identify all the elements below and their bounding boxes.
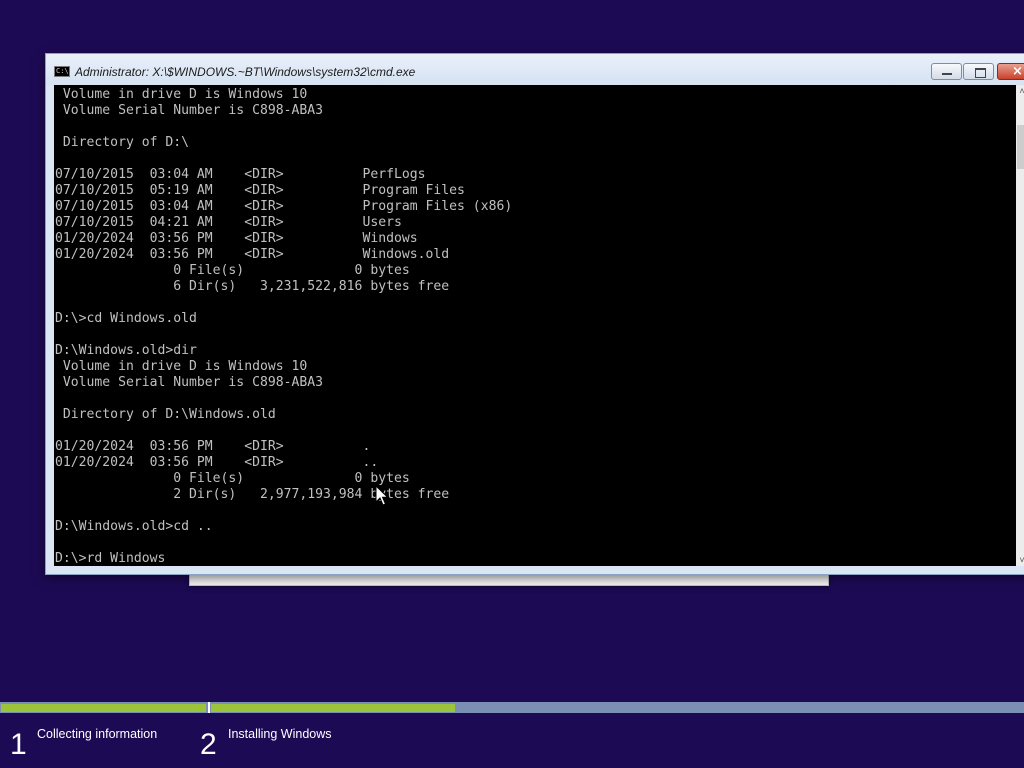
mouse-pointer-icon <box>375 485 389 506</box>
scroll-down-arrow-icon[interactable]: ˅ <box>1016 554 1024 566</box>
close-button[interactable]: × <box>997 63 1024 80</box>
title-bar[interactable]: C:\ Administrator: X:\$WINDOWS.~BT\Windo… <box>46 54 1024 85</box>
minimize-icon <box>942 73 952 75</box>
scroll-thumb[interactable] <box>1017 125 1024 169</box>
maximize-button[interactable] <box>963 63 994 80</box>
step-1-label: Collecting information <box>37 727 158 741</box>
progress-divider <box>208 702 210 713</box>
scroll-up-arrow-icon[interactable]: ˄ <box>1016 85 1024 97</box>
step-1-number: 1 <box>10 728 27 761</box>
cmd-icon: C:\ <box>54 66 70 77</box>
maximize-icon <box>975 68 986 78</box>
window-title: Administrator: X:\$WINDOWS.~BT\Windows\s… <box>75 65 416 79</box>
minimize-button[interactable] <box>931 63 962 80</box>
cmd-window[interactable]: C:\ Administrator: X:\$WINDOWS.~BT\Windo… <box>45 53 1024 575</box>
vertical-scrollbar[interactable]: ˄ ˅ <box>1016 85 1024 566</box>
progress-step-2-fill <box>211 704 455 712</box>
console-text: Volume in drive D is Windows 10 Volume S… <box>55 87 513 566</box>
console-output[interactable]: Volume in drive D is Windows 10 Volume S… <box>54 85 1016 566</box>
close-icon: × <box>1012 64 1023 79</box>
progress-step-1-fill <box>1 704 206 712</box>
step-2-number: 2 <box>200 728 217 761</box>
step-2-label: Installing Windows <box>228 727 332 741</box>
